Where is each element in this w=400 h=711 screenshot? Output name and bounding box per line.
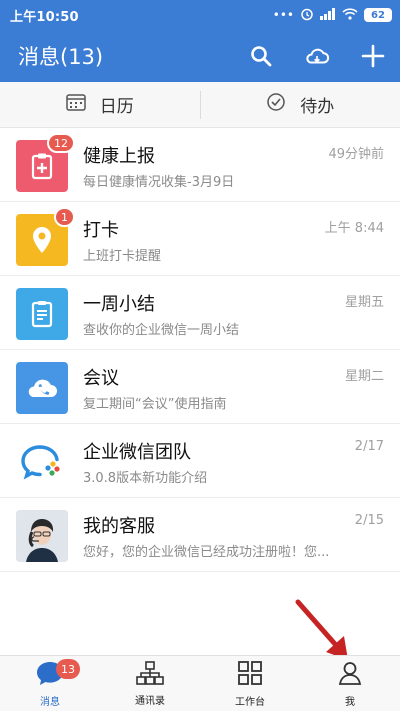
tab-calendar[interactable]: 日历: [0, 82, 200, 127]
list-item[interactable]: 1 打卡 上班打卡提醒 上午 8:44: [0, 202, 400, 276]
search-icon[interactable]: [248, 43, 274, 69]
location-pin-icon: 1: [16, 207, 75, 266]
list-item[interactable]: 企业微信团队 3.0.8版本新功能介绍 2/17: [0, 424, 400, 498]
nav-messages-label: 消息: [40, 696, 60, 708]
phone-cloud-icon: [16, 362, 68, 414]
alarm-icon: [300, 7, 314, 24]
calendar-icon: [66, 93, 86, 116]
message-time: 星期五: [344, 295, 384, 310]
cloud-icon[interactable]: [304, 43, 330, 69]
nav-contacts[interactable]: 通讯录: [100, 656, 200, 711]
status-icons: ••• 62: [273, 7, 392, 24]
customer-service-avatar: [16, 510, 68, 562]
message-title: 企业微信团队: [83, 442, 191, 463]
message-preview: 您好，您的企业微信已经成功注册啦！您...: [83, 545, 330, 560]
tab-calendar-label: 日历: [99, 97, 134, 117]
list-item[interactable]: 一周小结 查收你的企业微信一周小结 星期五: [0, 276, 400, 350]
person-icon: [337, 660, 363, 690]
wecom-logo-icon: [16, 436, 68, 488]
status-time: 上午10:50: [10, 9, 79, 25]
message-preview: 每日健康情况收集-3月9日: [83, 175, 235, 190]
document-icon: [16, 288, 68, 340]
clipboard-plus-icon: 12: [16, 133, 75, 192]
bottom-nav: 13 消息 通讯录 工作台 我: [0, 655, 400, 711]
message-time: 49分钟前: [328, 147, 384, 162]
page-title: 消息(13): [18, 45, 104, 69]
org-chart-icon: [136, 660, 164, 689]
battery-indicator: 62: [364, 8, 392, 22]
message-title: 我的客服: [83, 516, 155, 537]
nav-me-label: 我: [345, 696, 355, 708]
tab-todo-label: 待办: [300, 97, 335, 117]
nav-unread-badge: 13: [56, 659, 80, 679]
nav-messages[interactable]: 13 消息: [0, 656, 100, 711]
nav-workbench-label: 工作台: [235, 696, 265, 708]
quick-tabs: 日历 待办: [0, 82, 400, 128]
unread-badge: 12: [47, 133, 75, 153]
message-preview: 查收你的企业微信一周小结: [83, 323, 240, 338]
message-time: 2/17: [354, 439, 384, 454]
message-preview: 3.0.8版本新功能介绍: [83, 471, 208, 486]
message-title: 一周小结: [83, 294, 155, 315]
app-bar-actions: [248, 43, 386, 69]
plus-icon[interactable]: [360, 43, 386, 69]
message-preview: 上班打卡提醒: [83, 249, 162, 264]
message-time: 2/15: [354, 513, 384, 528]
status-bar: 上午10:50 ••• 62: [0, 0, 400, 30]
header: 上午10:50 ••• 62 消息(13): [0, 0, 400, 82]
message-title: 会议: [83, 368, 119, 389]
tab-todo[interactable]: 待办: [201, 82, 400, 127]
app-bar: 消息(13): [0, 30, 400, 82]
nav-me[interactable]: 我: [300, 656, 400, 711]
list-item[interactable]: 会议 复工期间“会议”使用指南 星期二: [0, 350, 400, 424]
check-circle-icon: [266, 92, 286, 117]
signal-icon: [320, 7, 336, 23]
message-time: 上午 8:44: [324, 221, 384, 236]
message-list: 12 健康上报 每日健康情况收集-3月9日 49分钟前 1 打卡 上班打卡提醒 …: [0, 128, 400, 572]
grid-icon: [237, 660, 263, 690]
message-title: 健康上报: [83, 146, 155, 167]
unread-badge: 1: [54, 207, 75, 227]
message-preview: 复工期间“会议”使用指南: [83, 397, 227, 412]
wifi-icon: [342, 7, 358, 23]
nav-workbench[interactable]: 工作台: [200, 656, 300, 711]
notification-dots: •••: [272, 8, 294, 22]
list-item[interactable]: 我的客服 您好，您的企业微信已经成功注册啦！您... 2/15: [0, 498, 400, 572]
nav-contacts-label: 通讯录: [135, 695, 165, 707]
list-item[interactable]: 12 健康上报 每日健康情况收集-3月9日 49分钟前: [0, 128, 400, 202]
message-time: 星期二: [344, 369, 384, 384]
message-title: 打卡: [83, 220, 119, 241]
